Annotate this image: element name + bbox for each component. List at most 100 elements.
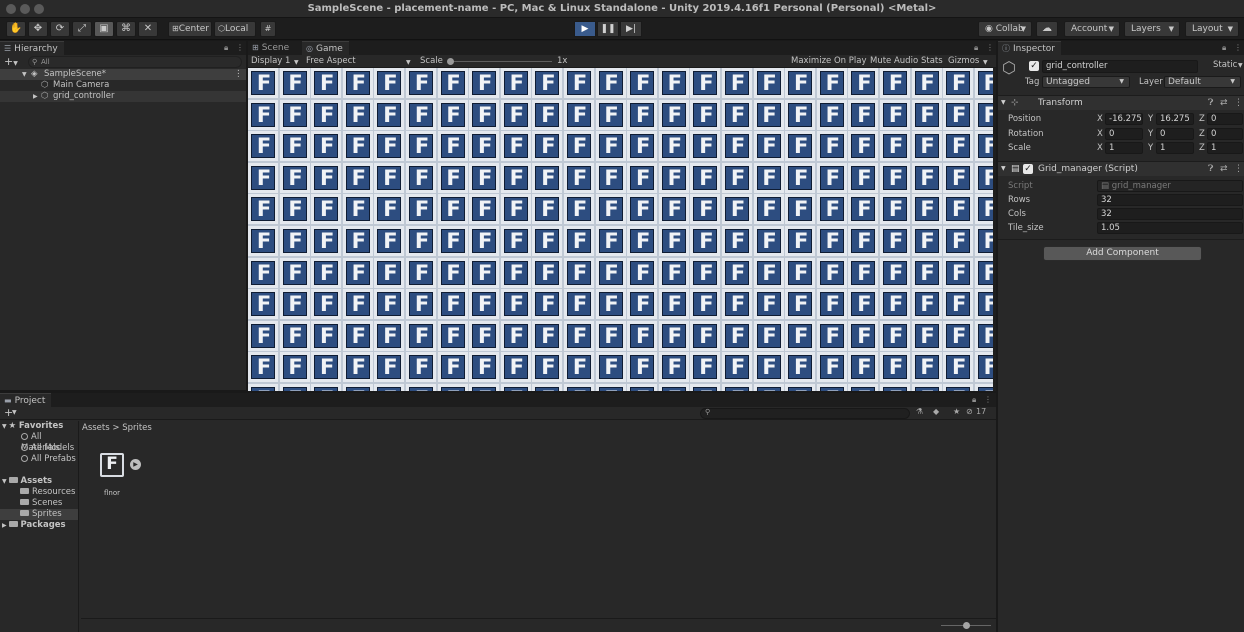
scale-slider-track[interactable] bbox=[448, 61, 552, 62]
display-dropdown[interactable]: Display 1 bbox=[251, 56, 290, 67]
rect-tool-button[interactable]: ▣ bbox=[94, 21, 114, 37]
more-options-icon[interactable]: ⋮ bbox=[1234, 43, 1242, 52]
assets-section[interactable]: ▼ Assets bbox=[2, 476, 52, 487]
folder-sprites[interactable]: Sprites bbox=[0, 509, 78, 520]
transform-header[interactable]: ▼ ⊹ Transform ❓︎ ⇄ ⋮ bbox=[998, 95, 1244, 110]
move-tool-button[interactable]: ✥ bbox=[28, 21, 48, 37]
position-y-field[interactable]: 16.275 bbox=[1156, 113, 1194, 125]
layers-dropdown[interactable]: Layers ▼ bbox=[1124, 21, 1180, 37]
account-dropdown[interactable]: Account ▼ bbox=[1064, 21, 1120, 37]
game-render-area[interactable]: FFFFFFFFFFFFFFFFFFFFFFFFFFFFFFFFFFFFFFFF… bbox=[248, 68, 993, 391]
more-options-icon[interactable]: ⋮ bbox=[236, 43, 244, 52]
folder-resources[interactable]: Resources bbox=[20, 487, 75, 498]
gizmos-toggle[interactable]: Gizmos bbox=[948, 56, 979, 67]
rotation-z-field[interactable]: 0 bbox=[1207, 128, 1243, 140]
hidden-packages-icon[interactable]: ⊘ bbox=[966, 407, 973, 416]
transform-tool-button[interactable]: ⌘ bbox=[116, 21, 136, 37]
breadcrumb-sprites[interactable]: Sprites bbox=[122, 423, 152, 433]
hierarchy-item-grid-controller[interactable]: ▶ ⬡ grid_controller bbox=[0, 91, 246, 102]
lock-icon[interactable]: 🔒︎ bbox=[974, 43, 978, 53]
grid-tile: F bbox=[406, 162, 436, 193]
custom-tool-button[interactable]: ✕ bbox=[138, 21, 158, 37]
zoom-slider-handle[interactable] bbox=[963, 622, 970, 629]
folder-scenes[interactable]: Scenes bbox=[20, 498, 62, 509]
presets-icon[interactable]: ⇄ bbox=[1220, 96, 1228, 110]
presets-icon[interactable]: ⇄ bbox=[1220, 162, 1228, 176]
grid-tile: F bbox=[374, 194, 405, 225]
favorite-all-models[interactable]: All Models bbox=[21, 443, 74, 454]
more-options-icon[interactable]: ⋮ bbox=[234, 69, 243, 80]
tag-dropdown[interactable]: Untagged ▼ bbox=[1042, 76, 1130, 88]
step-button[interactable]: ▶| bbox=[620, 21, 642, 37]
play-button[interactable]: ▶ bbox=[574, 21, 596, 37]
cloud-button[interactable]: ☁ bbox=[1036, 21, 1058, 37]
tile-size-field[interactable]: 1.05 bbox=[1097, 222, 1243, 234]
active-checkbox[interactable]: ✓ bbox=[1029, 61, 1039, 71]
more-options-icon[interactable]: ⋮ bbox=[1234, 96, 1243, 110]
mute-audio-toggle[interactable]: Mute Audio bbox=[870, 56, 918, 67]
stats-toggle[interactable]: Stats bbox=[921, 56, 943, 67]
favorite-all-prefabs[interactable]: All Prefabs bbox=[21, 454, 76, 465]
lock-icon[interactable]: 🔒︎ bbox=[972, 395, 976, 405]
rotation-y-field[interactable]: 0 bbox=[1156, 128, 1194, 140]
create-button[interactable]: +▼ bbox=[4, 56, 18, 70]
favorite-star-icon[interactable]: ★ bbox=[953, 407, 960, 416]
hierarchy-search-input[interactable]: ⚲ All bbox=[28, 56, 242, 68]
filter-by-type-icon[interactable]: ⚗ bbox=[916, 407, 923, 416]
hand-tool-button[interactable]: ✋ bbox=[6, 21, 26, 37]
gameobject-cube-icon: ⬡ bbox=[1002, 58, 1016, 77]
tab-hierarchy[interactable]: ☰ Hierarchy bbox=[0, 41, 64, 55]
grid-snap-button[interactable]: # bbox=[260, 21, 276, 37]
pause-button[interactable]: ❚❚ bbox=[597, 21, 619, 37]
pivot-toggle[interactable]: ⊞Center bbox=[168, 21, 212, 37]
tile-face: F bbox=[409, 134, 433, 159]
scale-slider-handle[interactable] bbox=[447, 58, 454, 65]
tab-scene[interactable]: ⊞ Scene bbox=[248, 41, 296, 55]
scale-x-field[interactable]: 1 bbox=[1105, 142, 1143, 154]
grid-manager-header[interactable]: ▼ ▤ ✓ Grid_manager (Script) ❓︎ ⇄ ⋮ bbox=[998, 161, 1244, 176]
hierarchy-item-main-camera[interactable]: ⬡ Main Camera bbox=[0, 80, 246, 91]
lock-icon[interactable]: 🔒︎ bbox=[224, 43, 228, 53]
cols-field[interactable]: 32 bbox=[1097, 208, 1243, 220]
position-z-field[interactable]: 0 bbox=[1207, 113, 1243, 125]
tab-project[interactable]: ▬ Project bbox=[0, 393, 52, 407]
scale-tool-button[interactable]: ⤢ bbox=[72, 21, 92, 37]
add-component-button[interactable]: Add Component bbox=[1043, 246, 1202, 261]
tile-letter: F bbox=[794, 197, 809, 222]
expand-sprite-button[interactable]: ▶ bbox=[130, 459, 141, 470]
component-enabled-checkbox[interactable]: ✓ bbox=[1023, 164, 1033, 174]
collab-dropdown[interactable]: ◉ Collab ▼ bbox=[978, 21, 1032, 37]
hierarchy-item-scene[interactable]: ▼ ◈ SampleScene* ⋮ bbox=[0, 69, 246, 80]
layout-dropdown[interactable]: Layout ▼ bbox=[1185, 21, 1239, 37]
tab-inspector[interactable]: ⓘ Inspector bbox=[998, 41, 1061, 55]
tile-letter: F bbox=[315, 387, 339, 391]
asset-item-flnor[interactable]: F flnor bbox=[98, 451, 126, 497]
rotate-tool-button[interactable]: ⟳ bbox=[50, 21, 70, 37]
tab-game[interactable]: ◎ Game bbox=[302, 41, 349, 55]
aspect-dropdown[interactable]: Free Aspect bbox=[306, 56, 356, 67]
object-name-field[interactable]: grid_controller bbox=[1042, 60, 1198, 73]
more-options-icon[interactable]: ⋮ bbox=[986, 43, 994, 52]
scale-y-field[interactable]: 1 bbox=[1156, 142, 1194, 154]
help-icon[interactable]: ❓︎ bbox=[1208, 96, 1213, 110]
scale-z-field[interactable]: 1 bbox=[1207, 142, 1243, 154]
rows-field[interactable]: 32 bbox=[1097, 194, 1243, 206]
packages-section[interactable]: ▶ Packages bbox=[2, 520, 66, 531]
filter-by-label-icon[interactable]: ◆ bbox=[933, 407, 939, 416]
tile-letter: F bbox=[825, 102, 840, 127]
project-search-input[interactable]: ⚲ bbox=[700, 408, 910, 419]
lock-icon[interactable]: 🔒︎ bbox=[1222, 43, 1226, 53]
breadcrumb-assets[interactable]: Assets bbox=[82, 423, 110, 433]
static-toggle[interactable]: Static bbox=[1213, 60, 1237, 70]
favorite-all-materials[interactable]: All Materials bbox=[21, 432, 78, 453]
position-x-field[interactable]: -16.275 bbox=[1105, 113, 1143, 125]
maximize-on-play-toggle[interactable]: Maximize On Play bbox=[791, 56, 866, 67]
layer-dropdown[interactable]: Default ▼ bbox=[1164, 76, 1241, 88]
rotation-x-field[interactable]: 0 bbox=[1105, 128, 1143, 140]
more-options-icon[interactable]: ⋮ bbox=[1234, 162, 1243, 176]
space-toggle[interactable]: ⬡Local bbox=[214, 21, 256, 37]
grid-tile: F bbox=[658, 131, 689, 162]
help-icon[interactable]: ❓︎ bbox=[1208, 162, 1213, 176]
more-options-icon[interactable]: ⋮ bbox=[984, 395, 992, 404]
favorites-section[interactable]: ▼ ★ Favorites bbox=[2, 421, 63, 432]
